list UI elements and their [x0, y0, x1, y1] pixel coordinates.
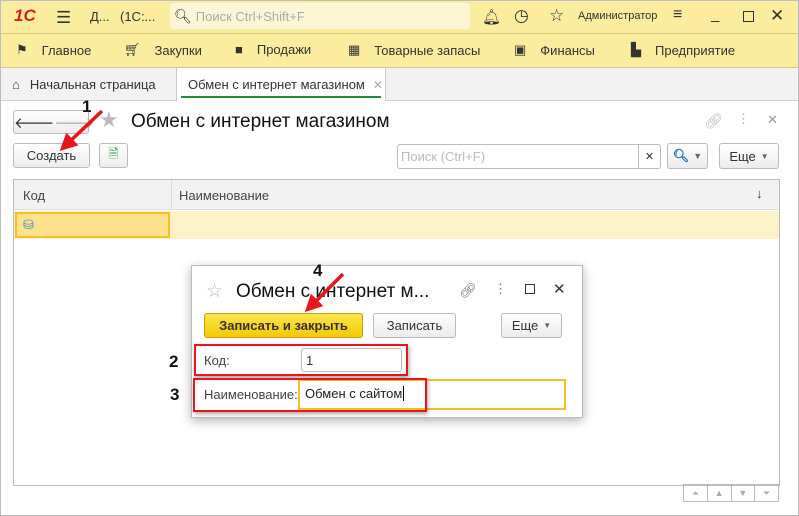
annotation-arrow-1 — [59, 109, 104, 152]
annotation-arrow-4 — [304, 272, 345, 313]
annotation-arrows — [59, 109, 345, 313]
